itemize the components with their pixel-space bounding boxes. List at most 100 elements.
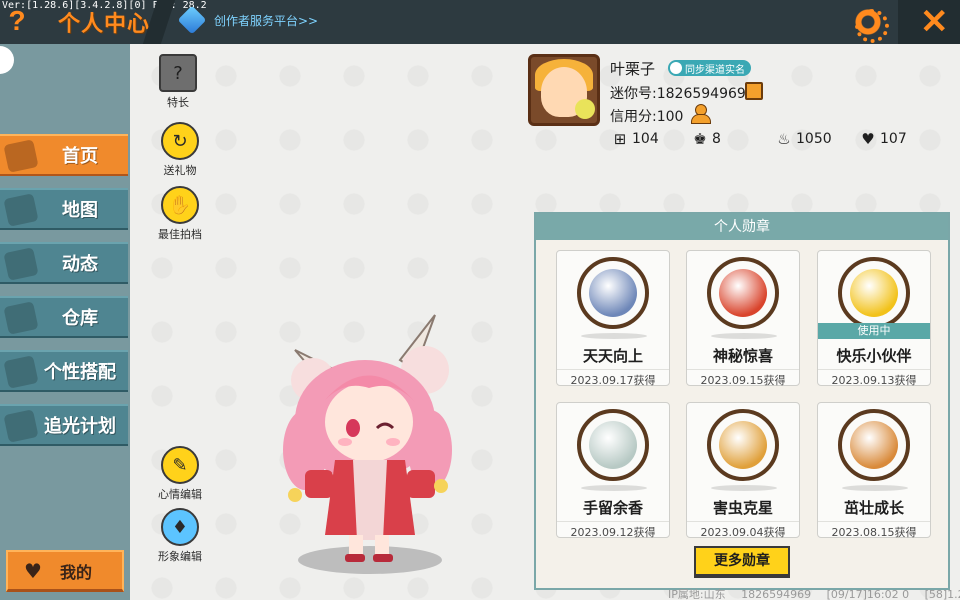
question-box-icon[interactable]: ? xyxy=(159,54,197,92)
mini-id: 迷你号:1826594969 xyxy=(610,86,746,102)
medal-card[interactable]: 使用中 快乐小伙伴 2023.09.13获得 xyxy=(817,250,931,388)
medal-date: 2023.09.04获得 xyxy=(687,521,799,540)
stat-fans-value: 8 xyxy=(712,131,721,147)
medal-name: 天天向上 xyxy=(582,347,643,365)
medal-name: 害虫克星 xyxy=(712,499,773,517)
medal-card[interactable]: 神秘惊喜 2023.09.15获得 xyxy=(686,250,800,388)
medal-date: 2023.09.12获得 xyxy=(557,521,669,540)
profile-avatar[interactable] xyxy=(528,54,600,126)
appearance-action: ♦ 形象编辑 xyxy=(140,508,220,564)
stat-like-value: 107 xyxy=(880,131,907,147)
creator-link-label: 创作者服务平台>> xyxy=(214,13,319,28)
medal-card[interactable]: 手留余香 2023.09.12获得 xyxy=(556,402,670,540)
sidebar-item-home[interactable]: 首页 xyxy=(0,134,128,176)
medal-date: 2023.09.13获得 xyxy=(818,369,930,388)
medal-date: 2023.09.17获得 xyxy=(557,369,669,388)
sidebar-item-map[interactable]: 地图 xyxy=(0,188,128,230)
medal-badge-icon xyxy=(838,257,910,329)
gift-label: 送礼物 xyxy=(163,164,197,177)
sidebar-item-label: 仓库 xyxy=(62,308,98,329)
plan-icon xyxy=(3,409,39,443)
sidebar-item-feed[interactable]: 动态 xyxy=(0,242,128,284)
sidebar: 首页 地图 动态 仓库 个性搭配 追光计划 xyxy=(0,44,130,600)
medal-card[interactable]: 茁壮成长 2023.08.15获得 xyxy=(817,402,931,540)
medal-name: 茁壮成长 xyxy=(843,499,904,517)
sidebar-item-label: 首页 xyxy=(62,146,98,167)
medal-date: 2023.09.15获得 xyxy=(687,369,799,388)
medal-card[interactable]: 天天向上 2023.09.17获得 xyxy=(556,250,670,388)
gift-icon[interactable]: ↻ xyxy=(161,122,199,160)
medal-badge-icon xyxy=(577,257,649,329)
footer-info: IP属地:山东 1826594969 [09/17]16:02 0 [58]1.… xyxy=(668,586,960,600)
medal-card[interactable]: 害虫克星 2023.09.04获得 xyxy=(686,402,800,540)
specialty-action: ? 特长 xyxy=(138,54,218,110)
medal-name: 神秘惊喜 xyxy=(712,347,773,365)
mood-action: ✎ 心情编辑 xyxy=(140,446,220,502)
avatar-pet xyxy=(575,99,595,119)
fans-icon: ♚ xyxy=(693,130,707,148)
user-icon xyxy=(670,62,682,74)
sidebar-item-outfit[interactable]: 个性搭配 xyxy=(0,350,128,392)
medal-shadow xyxy=(711,333,777,339)
medal-name: 快乐小伙伴 xyxy=(836,347,912,365)
my-button[interactable]: ♥ 我的 xyxy=(6,550,124,592)
in-use-badge: 使用中 xyxy=(818,323,930,339)
outfit-edit-icon[interactable]: ♦ xyxy=(161,508,199,546)
sidebar-item-label: 个性搭配 xyxy=(44,362,116,383)
medal-panel: 个人勋章 天天向上 2023.09.17获得 神秘惊喜 2023.09.15获得… xyxy=(534,212,950,590)
gear-icon[interactable] xyxy=(852,6,889,43)
stat-fans[interactable]: ♚ 8 xyxy=(692,130,721,148)
stat-fire[interactable]: ♨ 1050 xyxy=(776,130,832,148)
fire-icon: ♨ xyxy=(777,130,791,148)
cube-icon xyxy=(177,5,207,35)
partner-action: ✋ 最佳拍档 xyxy=(140,186,220,242)
medal-shadow xyxy=(842,485,908,491)
character-avatar[interactable] xyxy=(265,310,465,580)
sidebar-item-plan[interactable]: 追光计划 xyxy=(0,404,128,446)
shirt-icon xyxy=(3,139,39,173)
medal-date: 2023.08.15获得 xyxy=(818,521,930,540)
stat-like[interactable]: ♥ 107 xyxy=(860,130,907,148)
stat-plus[interactable]: ⊞ 104 xyxy=(612,130,659,148)
sidebar-toggle[interactable] xyxy=(0,46,14,74)
medal-name: 手留余香 xyxy=(582,499,643,517)
footer-time: [09/17]16:02 0 xyxy=(826,588,910,600)
sidebar-item-label: 动态 xyxy=(62,254,98,275)
medal-shadow xyxy=(581,333,647,339)
mood-label: 心情编辑 xyxy=(158,488,202,501)
medal-panel-title: 个人勋章 xyxy=(536,214,948,240)
stats-row: ⊞ 104 ♚ 8 ♨ 1050 ♥ 107 xyxy=(612,130,912,150)
sidebar-nav: 首页 地图 动态 仓库 个性搭配 追光计划 xyxy=(0,134,130,458)
top-bar: ? Ver:[1.28.6][3.4.2.8][0] FPS: 28.2 个人中… xyxy=(0,0,960,44)
sidebar-item-warehouse[interactable]: 仓库 xyxy=(0,296,128,338)
medal-shadow xyxy=(711,485,777,491)
map-icon xyxy=(3,193,39,227)
medal-shadow xyxy=(581,485,647,491)
sidebar-item-label: 追光计划 xyxy=(44,416,116,437)
bell-icon xyxy=(3,247,39,281)
medal-badge-icon xyxy=(577,409,649,481)
edit-icon[interactable]: ✎ xyxy=(161,446,199,484)
verify-badge-label: 同步渠道实名 xyxy=(685,64,745,76)
close-icon[interactable]: ✕ xyxy=(920,2,949,42)
appearance-label: 形象编辑 xyxy=(158,550,202,563)
copy-icon[interactable] xyxy=(745,82,763,100)
more-medals-button[interactable]: 更多勋章 xyxy=(694,546,790,578)
handshake-icon[interactable]: ✋ xyxy=(161,186,199,224)
credit-icon[interactable] xyxy=(690,104,711,124)
creator-platform-link[interactable]: 创作者服务平台>> xyxy=(177,5,319,35)
player-name: 叶栗子 xyxy=(610,60,656,78)
footer-uid: 1826594969 xyxy=(741,588,812,600)
footer-version: [58]1.28.6 xyxy=(924,588,960,600)
verify-badge[interactable]: 同步渠道实名 xyxy=(668,60,751,76)
medal-badge-icon xyxy=(707,409,779,481)
sidebar-item-label: 地图 xyxy=(62,200,98,221)
my-button-label: 我的 xyxy=(59,562,92,582)
stat-fire-value: 1050 xyxy=(796,131,832,147)
medal-badge-icon xyxy=(838,409,910,481)
plus-box-icon: ⊞ xyxy=(613,130,627,148)
gift-action: ↻ 送礼物 xyxy=(140,122,220,178)
heart-icon: ♥ xyxy=(24,558,42,583)
credit-score: 信用分:100 xyxy=(610,109,684,125)
warehouse-icon xyxy=(3,301,39,335)
